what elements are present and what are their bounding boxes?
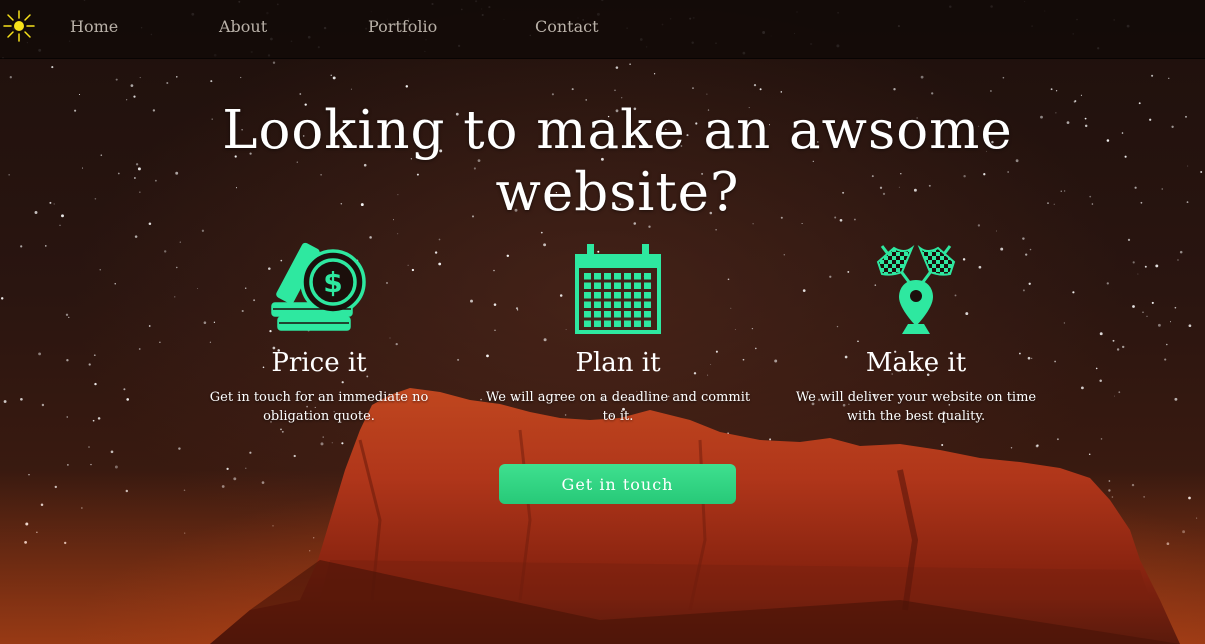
calendar-icon bbox=[575, 244, 661, 334]
feature-text-plan: We will agree on a deadline and commit t… bbox=[485, 390, 751, 424]
calendar-cell bbox=[624, 320, 631, 327]
calendar-cell bbox=[644, 320, 651, 327]
calendar-cell bbox=[614, 320, 621, 327]
calendar-cell bbox=[644, 273, 651, 280]
checkered-flags-pin-icon bbox=[876, 245, 956, 334]
calendar-cell bbox=[604, 301, 611, 308]
nav-link-about[interactable]: About bbox=[219, 17, 267, 36]
calendar-cell bbox=[584, 301, 591, 308]
nav-link-contact[interactable]: Contact bbox=[535, 17, 599, 36]
calendar-cell bbox=[614, 292, 621, 299]
nav-link-home[interactable]: Home bbox=[70, 17, 118, 36]
calendar-cell bbox=[634, 292, 641, 299]
feature-title-price: Price it bbox=[271, 348, 367, 378]
nav-link-portfolio[interactable]: Portfolio bbox=[368, 17, 437, 36]
hero-headline: Looking to make an awsome website? bbox=[222, 100, 1013, 223]
calendar-cell bbox=[624, 282, 631, 289]
calendar-cell bbox=[644, 282, 651, 289]
calendar-cell bbox=[624, 273, 631, 280]
calendar-cell bbox=[624, 292, 631, 299]
calendar-cell bbox=[614, 301, 621, 308]
sun-logo-icon[interactable] bbox=[2, 9, 36, 43]
feature-make: Make it We will deliver your website on … bbox=[766, 240, 1066, 426]
feature-text-price: Get in touch for an immediate no obligat… bbox=[209, 390, 429, 424]
feature-price: $ Price it Get in touch for an immediate… bbox=[169, 240, 469, 426]
calendar-cell bbox=[584, 320, 591, 327]
top-navbar: Home About Portfolio Contact bbox=[0, 0, 1205, 59]
calendar-cell bbox=[634, 301, 641, 308]
calendar-cell bbox=[604, 282, 611, 289]
calendar-cell bbox=[634, 282, 641, 289]
calendar-cell bbox=[604, 273, 611, 280]
calendar-cell bbox=[594, 311, 601, 318]
calendar-cell bbox=[604, 320, 611, 327]
calendar-cell bbox=[614, 311, 621, 318]
calendar-cell bbox=[644, 311, 651, 318]
calendar-cell bbox=[634, 273, 641, 280]
feature-title-make: Make it bbox=[865, 348, 967, 378]
calendar-cell bbox=[634, 320, 641, 327]
calendar-cell bbox=[584, 282, 591, 289]
calendar-cell bbox=[594, 320, 601, 327]
calendar-cell bbox=[594, 301, 601, 308]
calendar-cell bbox=[584, 273, 591, 280]
calendar-cell bbox=[634, 311, 641, 318]
calendar-cell bbox=[614, 273, 621, 280]
calendar-cell bbox=[584, 311, 591, 318]
calendar-cell bbox=[624, 301, 631, 308]
feature-plan: Plan it We will agree on a deadline and … bbox=[468, 240, 768, 426]
calendar-cell bbox=[594, 282, 601, 289]
calendar-cell bbox=[584, 292, 591, 299]
calendar-cell bbox=[644, 301, 651, 308]
coins-dollar-icon: $ bbox=[271, 242, 366, 331]
feature-title-plan: Plan it bbox=[575, 348, 661, 378]
calendar-cell bbox=[624, 311, 631, 318]
calendar-cell bbox=[604, 292, 611, 299]
feature-text-make: We will deliver your website on time wit… bbox=[795, 390, 1037, 424]
calendar-cell bbox=[644, 292, 651, 299]
calendar-cell bbox=[594, 292, 601, 299]
get-in-touch-button[interactable]: Get in touch bbox=[499, 464, 736, 504]
calendar-cell bbox=[604, 311, 611, 318]
calendar-cell bbox=[614, 282, 621, 289]
calendar-cell bbox=[594, 273, 601, 280]
svg-text:$: $ bbox=[323, 266, 342, 299]
